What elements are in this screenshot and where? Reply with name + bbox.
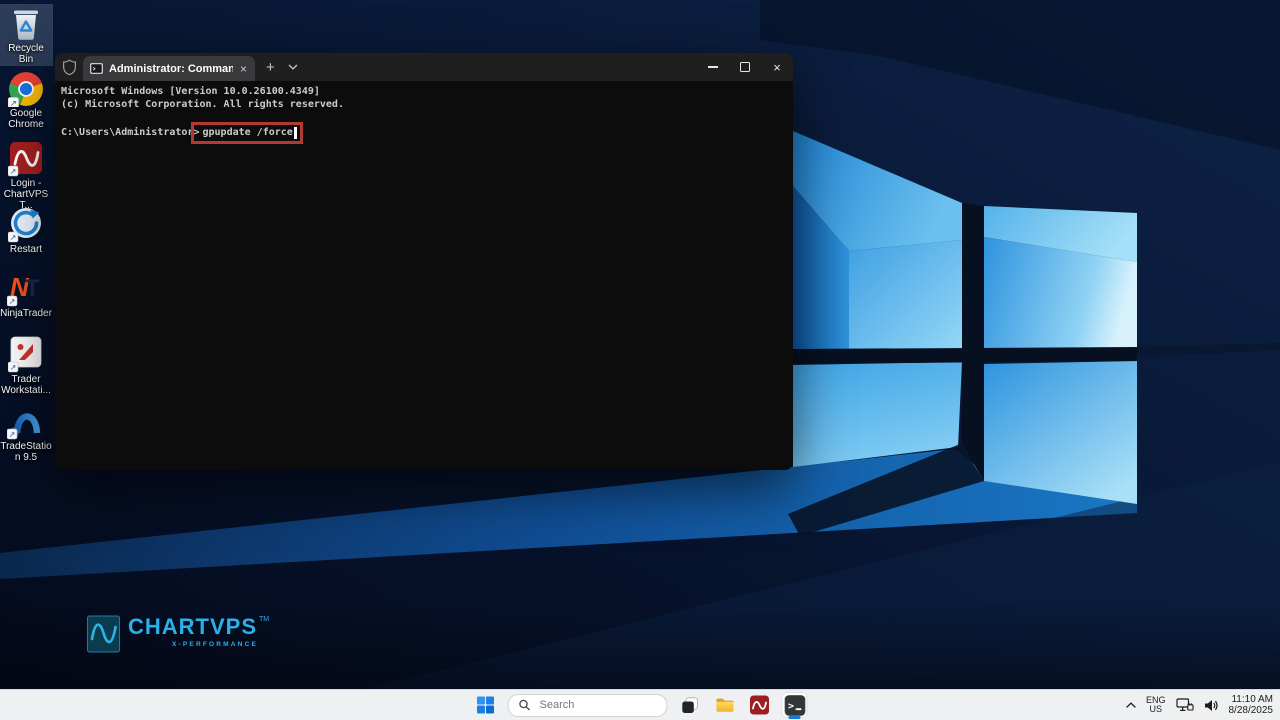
terminal-line: Microsoft Windows [Version 10.0.26100.43… <box>61 85 787 98</box>
watermark-tagline: X-PERFORMANCE <box>172 641 269 648</box>
desktop-icon-login-chartvps[interactable]: ↗ Login - ChartVPS T... <box>0 141 52 211</box>
windows-start-icon <box>477 696 495 714</box>
chartvps-watermark: CHARTVPS TM X-PERFORMANCE <box>87 615 269 653</box>
file-explorer-button[interactable] <box>712 692 738 718</box>
svg-text:>: > <box>788 701 794 712</box>
language-indicator[interactable]: ENG US <box>1146 696 1166 715</box>
terminal-output[interactable]: Microsoft Windows [Version 10.0.26100.43… <box>55 81 793 148</box>
terminal-line: (c) Microsoft Corporation. All rights re… <box>61 98 787 111</box>
shortcut-arrow-badge: ↗ <box>7 296 17 306</box>
chartvps-red-icon: ↗ <box>0 141 52 177</box>
task-view-icon <box>681 697 698 714</box>
command-prompt-icon <box>90 63 103 74</box>
taskbar: > ENG US <box>0 689 1280 720</box>
shortcut-arrow-badge: ↗ <box>8 362 18 372</box>
task-view-button[interactable] <box>677 692 703 718</box>
speaker-icon <box>1204 699 1219 712</box>
tab-close-icon[interactable]: × <box>239 63 248 75</box>
terminal-cursor <box>294 127 297 139</box>
desktop-icon-google-chrome[interactable]: ↗ Google Chrome <box>0 71 52 130</box>
start-button[interactable] <box>473 692 499 718</box>
desktop-icon-label: TradeStation 9.5 <box>0 441 52 463</box>
restart-icon: ↗ <box>0 206 52 243</box>
terminal-window: Administrator: Command Pro × + × Microso… <box>55 53 793 470</box>
minimize-icon <box>708 66 718 68</box>
ninjatrader-icon: N T ↗ <box>0 270 52 307</box>
tab-title: Administrator: Command Pro <box>109 63 233 75</box>
desktop-icon-restart[interactable]: ↗ Restart <box>0 206 52 255</box>
close-button[interactable]: × <box>761 53 793 81</box>
shortcut-arrow-badge: ↗ <box>7 429 17 439</box>
admin-shield-icon <box>62 59 77 75</box>
terminal-tab[interactable]: Administrator: Command Pro × <box>83 56 255 81</box>
maximize-icon <box>740 62 750 72</box>
svg-text:↗: ↗ <box>10 167 17 176</box>
terminal-titlebar[interactable]: Administrator: Command Pro × + × <box>55 53 793 81</box>
terminal-command: gpupdate /force <box>202 127 292 138</box>
tradestation-icon: ↗ <box>0 402 52 440</box>
close-icon: × <box>773 61 781 74</box>
shortcut-arrow-badge: ↗ <box>8 232 18 242</box>
tray-expand-button[interactable] <box>1126 702 1136 708</box>
terminal-prompt-icon: > <box>784 695 805 716</box>
watermark-tm: TM <box>259 616 269 623</box>
chartvps-app-button[interactable] <box>747 692 773 718</box>
maximize-button[interactable] <box>729 53 761 81</box>
terminal-prompt: C:\Users\Administrator> <box>61 127 199 138</box>
desktop-icon-label: Restart <box>0 244 52 255</box>
tray-clock[interactable]: 11:10 AM 8/28/2025 <box>1229 694 1274 716</box>
tray-time: 11:10 AM <box>1229 694 1274 705</box>
tab-dropdown-chevron-icon[interactable] <box>288 64 298 70</box>
shortcut-arrow-badge: ↗ <box>8 166 18 176</box>
desktop-icon-recycle-bin[interactable]: Recycle Bin <box>0 5 52 65</box>
svg-text:↗: ↗ <box>9 297 16 306</box>
chartvps-logo-icon <box>87 615 120 653</box>
network-button[interactable] <box>1176 698 1194 712</box>
magnifier-icon <box>519 699 531 711</box>
svg-text:↗: ↗ <box>9 430 16 439</box>
terminal-prompt-line: C:\Users\Administrator>gpupdate /force <box>61 121 787 144</box>
taskbar-search[interactable] <box>508 694 668 717</box>
desktop-icon-label: Google Chrome <box>0 108 52 130</box>
svg-text:T: T <box>25 275 40 302</box>
desktop-icon-label: NinjaTrader <box>0 308 52 319</box>
folder-icon <box>715 697 734 713</box>
search-input[interactable] <box>538 698 634 712</box>
language-line2: US <box>1146 705 1166 715</box>
ethernet-monitor-icon <box>1176 698 1194 712</box>
new-tab-button[interactable]: + <box>266 60 275 75</box>
volume-button[interactable] <box>1204 699 1219 712</box>
terminal-app-button[interactable]: > <box>782 692 808 718</box>
recycle-bin-icon <box>0 5 52 42</box>
minimize-button[interactable] <box>697 53 729 81</box>
chrome-icon: ↗ <box>0 71 52 107</box>
tray-date: 8/28/2025 <box>1229 705 1274 716</box>
watermark-brand: CHARTVPS <box>128 615 257 639</box>
trader-workstation-icon: ↗ <box>0 336 52 373</box>
desktop-icon-ninjatrader[interactable]: N T ↗ NinjaTrader <box>0 270 52 319</box>
svg-text:↗: ↗ <box>10 233 17 242</box>
svg-text:↗: ↗ <box>10 363 17 372</box>
svg-text:↗: ↗ <box>10 98 17 107</box>
desktop: Recycle Bin ↗ Google Chrome <box>0 0 1280 720</box>
desktop-icon-tradestation[interactable]: ↗ TradeStation 9.5 <box>0 402 52 463</box>
chevron-up-icon <box>1126 702 1136 708</box>
desktop-icon-label: Trader Workstati... <box>0 374 52 396</box>
command-highlight-box: gpupdate /force <box>191 122 302 144</box>
desktop-icon-label: Recycle Bin <box>0 43 52 65</box>
shortcut-arrow-badge: ↗ <box>8 97 19 107</box>
desktop-icon-trader-workstation[interactable]: ↗ Trader Workstati... <box>0 336 52 396</box>
chartvps-wave-icon <box>750 695 770 715</box>
